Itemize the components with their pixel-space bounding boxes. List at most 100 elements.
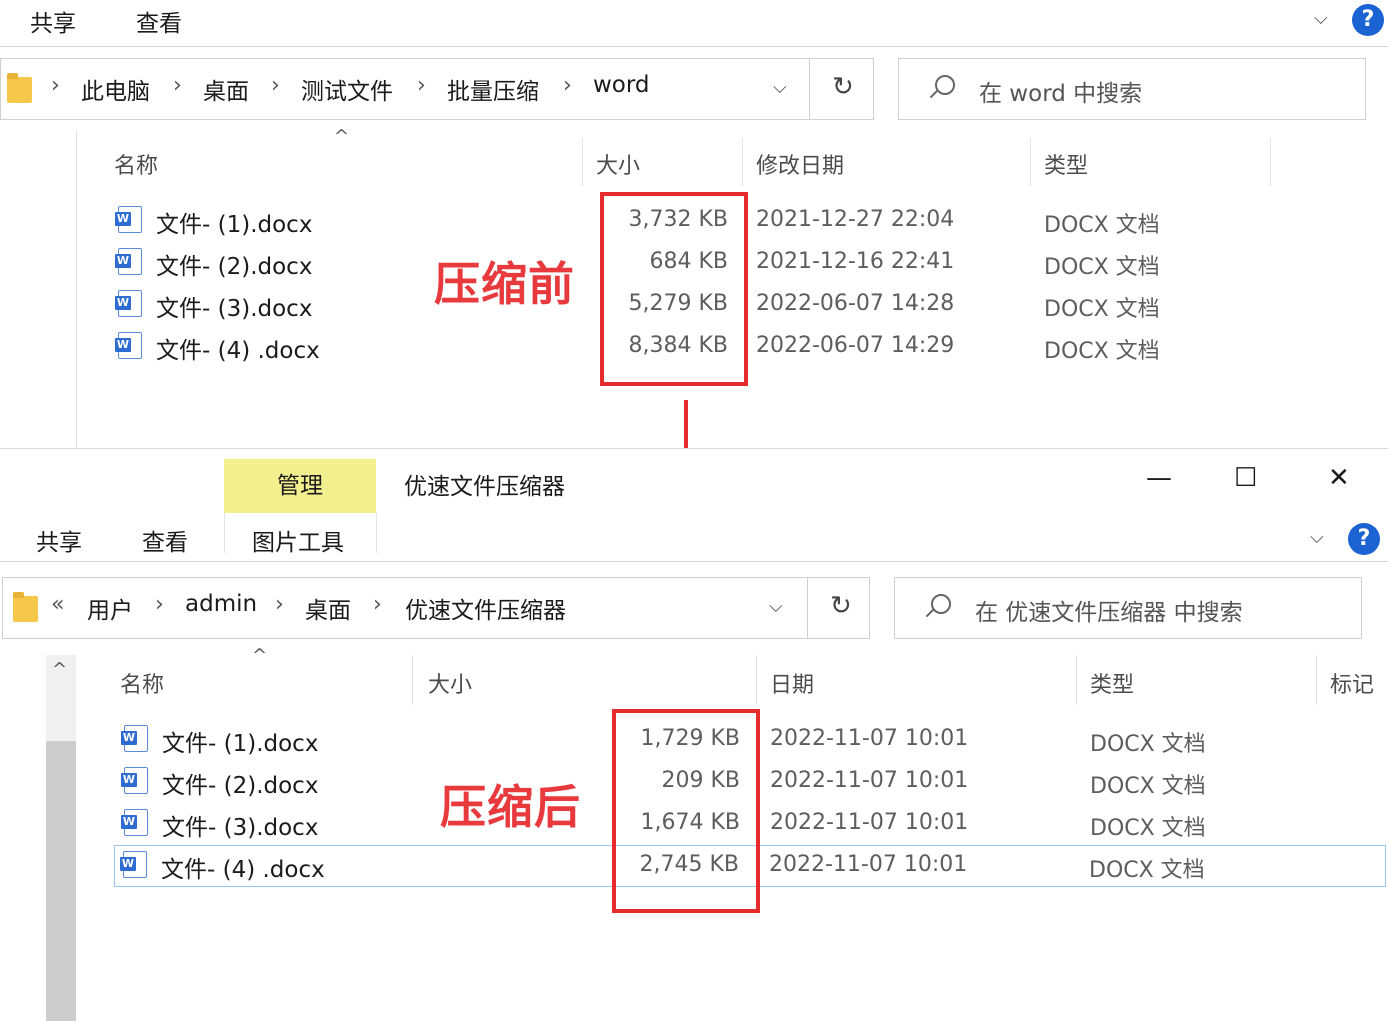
close-icon[interactable]: ✕	[1328, 463, 1350, 493]
word-document-icon: W	[115, 248, 142, 275]
file-date: 2022-06-07 14:29	[756, 333, 955, 358]
column-divider[interactable]	[412, 655, 413, 705]
word-document-icon: W	[115, 290, 142, 317]
address-bar[interactable]: › 此电脑 › 桌面 › 测试文件 › 批量压缩 › word ⌵ ↻	[0, 58, 874, 120]
ribbon-expand-icon[interactable]: ⌵	[1314, 8, 1328, 29]
file-date: 2022-11-07 10:01	[770, 768, 969, 793]
tab-divider	[224, 513, 225, 553]
highlight-box-before	[600, 192, 748, 386]
column-divider[interactable]	[1076, 655, 1077, 705]
ribbon-tab-view[interactable]: 查看	[142, 523, 188, 557]
ribbon-tab-view[interactable]: 查看	[136, 4, 182, 38]
column-divider[interactable]	[582, 138, 583, 186]
column-header-size[interactable]: 大小	[596, 148, 640, 180]
file-name: 文件- (2).docx	[162, 773, 319, 799]
column-header-date[interactable]: 日期	[770, 667, 814, 699]
search-icon	[931, 594, 951, 614]
ribbon-divider	[0, 561, 1388, 562]
breadcrumb-separator-icon: ›	[417, 73, 426, 98]
column-header-type[interactable]: 类型	[1044, 148, 1088, 180]
ribbon-tab-share[interactable]: 共享	[36, 523, 82, 557]
annotation-after-compression: 压缩后	[440, 780, 581, 834]
highlight-box-after	[612, 709, 760, 913]
ribbon-expand-icon[interactable]: ⌵	[1310, 527, 1324, 548]
file-date: 2021-12-27 22:04	[756, 207, 955, 232]
breadcrumb-desktop[interactable]: 桌面	[203, 72, 249, 106]
file-type: DOCX 文档	[1090, 774, 1206, 799]
breadcrumb-compressor-folder[interactable]: 优速文件压缩器	[405, 591, 566, 625]
file-name: 文件- (4) .docx	[161, 857, 325, 883]
column-header-name[interactable]: 名称	[120, 667, 164, 699]
word-document-icon: W	[115, 332, 142, 359]
search-box[interactable]: 在 word 中搜索	[898, 58, 1366, 120]
explorer-window-before: 共享 查看 ⌵ ? › 此电脑 › 桌面 › 测试文件 › 批量压缩 › wor…	[0, 0, 1388, 448]
file-type: DOCX 文档	[1044, 339, 1160, 364]
column-header-date-modified[interactable]: 修改日期	[756, 148, 844, 180]
search-box[interactable]: 在 优速文件压缩器 中搜索	[894, 577, 1362, 639]
column-header-size[interactable]: 大小	[428, 667, 472, 699]
window-title: 优速文件压缩器	[404, 474, 565, 500]
breadcrumb-separator-icon: ›	[563, 73, 572, 98]
address-dropdown-icon[interactable]: ⌵	[773, 77, 787, 98]
help-icon[interactable]: ?	[1352, 4, 1384, 36]
column-divider[interactable]	[1030, 138, 1031, 186]
column-header-name[interactable]: 名称	[114, 148, 158, 180]
folder-icon	[7, 73, 32, 103]
breadcrumb-separator-icon: ›	[51, 73, 60, 98]
breadcrumb-test-files[interactable]: 测试文件	[301, 72, 393, 106]
vertical-scrollbar[interactable]: ^	[46, 655, 76, 1021]
breadcrumb-this-pc[interactable]: 此电脑	[81, 72, 150, 106]
scroll-thumb[interactable]	[46, 741, 76, 1021]
breadcrumb-separator-icon: ›	[173, 73, 182, 98]
file-name: 文件- (1).docx	[162, 731, 319, 757]
refresh-icon: ↻	[832, 72, 854, 102]
breadcrumb-separator-icon: ›	[155, 592, 164, 617]
file-name: 文件- (4) .docx	[156, 338, 320, 364]
column-divider[interactable]	[756, 655, 757, 705]
search-input[interactable]: 在 优速文件压缩器 中搜索	[975, 593, 1243, 627]
file-name: 文件- (1).docx	[156, 212, 313, 238]
refresh-icon: ↻	[830, 591, 852, 621]
column-divider[interactable]	[1270, 138, 1271, 186]
search-input[interactable]: 在 word 中搜索	[979, 74, 1142, 108]
context-tab-manage[interactable]: 管理	[224, 459, 376, 513]
breadcrumb-separator-icon: ›	[275, 592, 284, 617]
file-type: DOCX 文档	[1044, 255, 1160, 280]
address-dropdown-icon[interactable]: ⌵	[769, 596, 783, 617]
breadcrumb-word[interactable]: word	[593, 72, 650, 98]
column-header-tags[interactable]: 标记	[1330, 667, 1374, 699]
refresh-button[interactable]: ↻	[809, 59, 874, 119]
word-document-icon: W	[121, 809, 148, 836]
ribbon-divider	[0, 46, 1388, 47]
file-type: DOCX 文档	[1089, 858, 1205, 883]
breadcrumb-overflow-icon[interactable]: «	[51, 592, 64, 617]
breadcrumb-desktop[interactable]: 桌面	[305, 591, 351, 625]
column-divider[interactable]	[1316, 655, 1317, 705]
file-name: 文件- (3).docx	[162, 815, 319, 841]
file-type: DOCX 文档	[1090, 732, 1206, 757]
scroll-up-icon[interactable]: ^	[52, 659, 67, 680]
file-date: 2022-11-07 10:01	[769, 852, 968, 877]
file-date: 2022-06-07 14:28	[756, 291, 955, 316]
column-divider[interactable]	[742, 138, 743, 186]
file-type: DOCX 文档	[1090, 816, 1206, 841]
maximize-icon[interactable]: ☐	[1234, 463, 1257, 493]
refresh-button[interactable]: ↻	[807, 578, 870, 638]
breadcrumb-admin[interactable]: admin	[185, 591, 257, 617]
ribbon-tab-picture-tools[interactable]: 图片工具	[252, 523, 344, 557]
ribbon-tab-share[interactable]: 共享	[30, 4, 76, 38]
sort-ascending-icon: ^	[334, 126, 350, 147]
nav-pane-divider	[76, 130, 77, 448]
search-icon	[935, 75, 955, 95]
annotation-before-compression: 压缩前	[434, 257, 575, 311]
breadcrumb-batch-compress[interactable]: 批量压缩	[447, 72, 539, 106]
word-document-icon: W	[121, 767, 148, 794]
file-name: 文件- (3).docx	[156, 296, 313, 322]
help-icon[interactable]: ?	[1348, 523, 1380, 555]
file-name: 文件- (2).docx	[156, 254, 313, 280]
word-document-icon: W	[121, 725, 148, 752]
breadcrumb-users[interactable]: 用户	[87, 591, 133, 625]
minimize-icon[interactable]: —	[1146, 463, 1172, 493]
address-bar[interactable]: « 用户 › admin › 桌面 › 优速文件压缩器 ⌵ ↻	[2, 577, 870, 639]
column-header-type[interactable]: 类型	[1090, 667, 1134, 699]
